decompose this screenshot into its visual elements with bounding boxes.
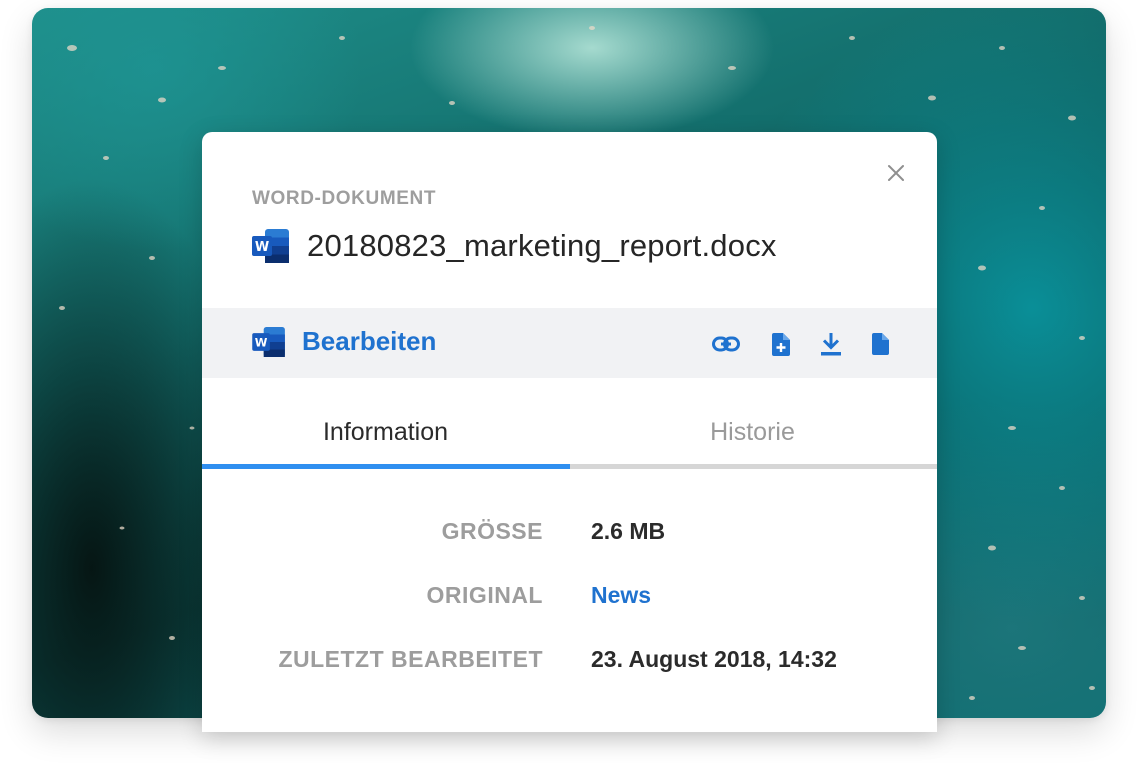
edit-button[interactable]: W Bearbeiten	[252, 326, 436, 357]
tab-bar: Information Historie	[202, 400, 937, 470]
original-link[interactable]: News	[591, 582, 651, 609]
file-title-row: W 20180823_marketing_report.docx	[252, 228, 777, 264]
action-bar: W Bearbeiten	[202, 308, 937, 378]
svg-text:W: W	[255, 335, 268, 349]
tab-historie[interactable]: Historie	[569, 400, 936, 464]
add-file-icon	[772, 332, 790, 356]
copy-link-button[interactable]	[712, 330, 740, 358]
svg-text:W: W	[255, 240, 269, 255]
file-icon	[871, 333, 889, 355]
info-label: ZULETZT BEARBEITET	[278, 646, 543, 672]
info-row-last-edited: ZULETZT BEARBEITET 23. August 2018, 14:3…	[202, 646, 937, 686]
tab-information[interactable]: Information	[202, 400, 569, 464]
info-value: 23. August 2018, 14:32	[591, 646, 837, 672]
tab-divider	[570, 464, 937, 469]
file-details-dialog: WORD-DOKUMENT W 20180823_marketing_repor…	[202, 132, 937, 732]
close-icon	[888, 165, 904, 181]
word-icon: W	[252, 326, 285, 357]
active-tab-indicator	[202, 464, 570, 469]
edit-label: Bearbeiten	[302, 326, 437, 356]
link-icon	[712, 336, 740, 352]
info-label: GRÖSSE	[441, 518, 543, 544]
close-button[interactable]	[885, 162, 907, 184]
download-button[interactable]	[817, 330, 845, 358]
word-icon: W	[252, 229, 289, 263]
info-row-size: GRÖSSE 2.6 MB	[202, 518, 937, 558]
info-label: ORIGINAL	[426, 582, 543, 608]
download-icon	[821, 332, 841, 355]
file-type-label: WORD-DOKUMENT	[252, 188, 437, 209]
add-file-button[interactable]	[767, 330, 795, 358]
file-button[interactable]	[866, 330, 894, 358]
file-name: 20180823_marketing_report.docx	[307, 228, 777, 263]
info-value: 2.6 MB	[591, 518, 666, 544]
info-row-original: ORIGINAL News	[202, 582, 937, 622]
